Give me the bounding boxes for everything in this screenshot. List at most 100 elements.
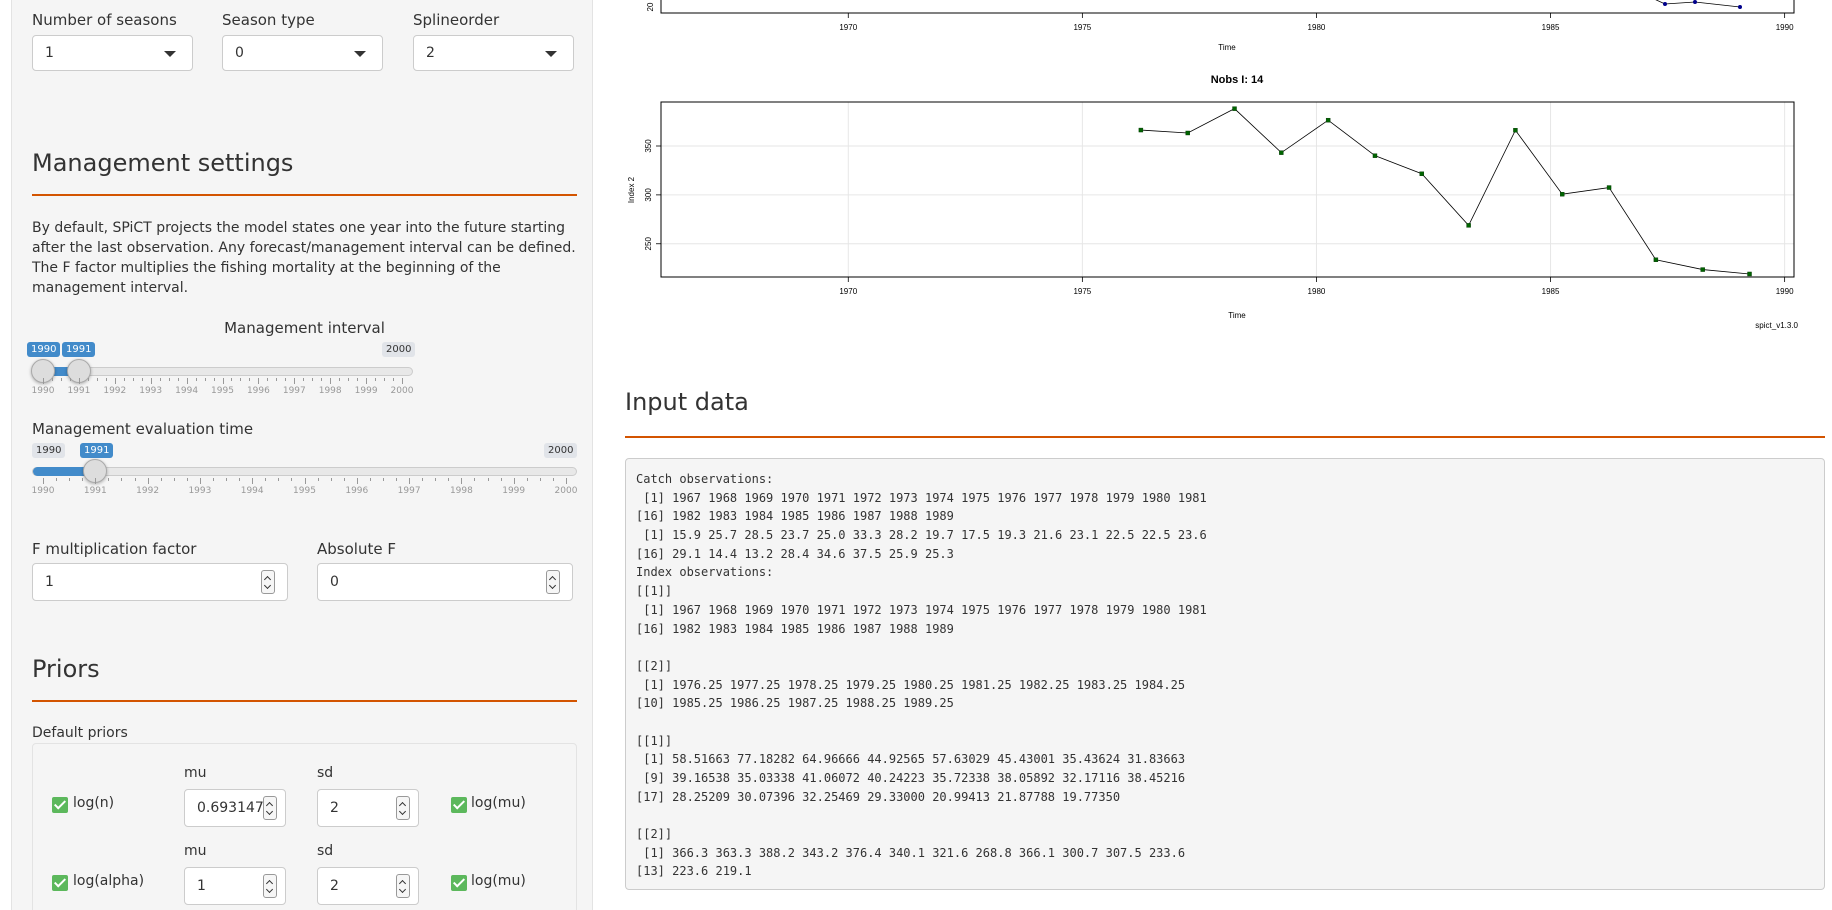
eval-time-label: Management evaluation time (32, 420, 254, 438)
slider-minor-tick (312, 378, 314, 381)
spinner-icon[interactable] (396, 874, 410, 898)
top-plot-point (1693, 0, 1697, 4)
slider-minor-tick (396, 478, 398, 481)
slider-tick-label: 1994 (175, 386, 199, 396)
default-priors-label: Default priors (32, 725, 128, 741)
output-line: [9] 39.16538 35.03338 41.06072 40.24223 … (636, 771, 1186, 785)
slider-minor-tick (343, 478, 345, 481)
top-plot-xtick-label: 1970 (839, 23, 857, 32)
seasons-select[interactable]: 1 (32, 35, 193, 71)
output-line: Catch observations: (636, 472, 774, 486)
mu-label: mu (184, 843, 207, 859)
seasons-label: Number of seasons (32, 11, 177, 29)
log-alpha-checkbox[interactable] (52, 875, 68, 891)
log-n-mu-input[interactable]: 0.6931471 (184, 789, 286, 827)
data-point (1185, 130, 1190, 136)
y-tick-label: 250 (644, 237, 653, 251)
slider-tick-label: 1998 (449, 486, 473, 496)
log-alpha-sd-value: 2 (330, 878, 339, 894)
slider-minor-tick (240, 378, 242, 381)
chart-footer: spict_v1.3.0 (1755, 321, 1798, 330)
chart-title: Nobs I: 14 (1211, 74, 1264, 86)
slider-tick-label: 1990 (31, 386, 55, 396)
slider-major-tick (78, 378, 80, 384)
slider-minor-tick (500, 478, 502, 481)
splineorder-select[interactable]: 2 (413, 35, 574, 71)
slider-tick-label: 1991 (83, 486, 107, 496)
sd-label: sd (317, 843, 334, 859)
top-plot-ytick: 20 (646, 2, 655, 11)
slider-tick-label: 1992 (136, 486, 160, 496)
slider-minor-tick (96, 378, 98, 381)
x-tick-label: 1990 (1776, 287, 1794, 296)
slider-major-tick (566, 478, 567, 484)
spinner-icon[interactable] (546, 570, 560, 594)
priors-title: Priors (32, 655, 100, 683)
slider-minor-tick (69, 378, 71, 381)
slider-minor-tick (526, 478, 528, 481)
sd-label: sd (317, 765, 334, 781)
spinner-icon[interactable] (263, 874, 277, 898)
slider-tick-label: 1996 (246, 386, 270, 396)
slider-minor-tick (382, 478, 384, 481)
spinner-icon[interactable] (261, 570, 275, 594)
top-plot-frame (660, 0, 1795, 14)
slider-major-tick (199, 478, 201, 484)
slider-minor-tick (276, 378, 278, 381)
slider-minor-tick (278, 478, 280, 481)
output-line: [16] 29.1 14.4 13.2 28.4 34.6 37.5 25.9 … (636, 546, 954, 561)
chart-grid (661, 102, 1794, 277)
section-divider (32, 194, 577, 196)
slider-minor-tick (132, 378, 134, 381)
eval-max-bubble: 2000 (544, 443, 578, 458)
slider-minor-tick (69, 478, 71, 481)
spinner-icon[interactable] (396, 796, 410, 820)
absolute-f-input[interactable]: 0 (317, 563, 573, 601)
f-multiplication-input[interactable]: 1 (32, 563, 288, 601)
slider-tick-label: 1996 (345, 486, 369, 496)
spinner-icon[interactable] (263, 796, 277, 820)
input-data-output: Catch observations: [1] 1967 1968 1969 1… (625, 458, 1825, 890)
slider-tick-label: 1992 (103, 386, 127, 396)
top-plot-xtick-label: 1975 (1073, 23, 1091, 32)
sidebar-panel: Number of seasons 1 Season type 0 Spline… (11, 0, 593, 910)
slider-tick-label: 1993 (139, 386, 163, 396)
slider-tick-label: 2000 (554, 486, 578, 496)
data-point (1279, 150, 1284, 155)
log-n-sd-input[interactable]: 2 (317, 789, 419, 827)
eval-time-slider[interactable] (32, 467, 577, 476)
slider-minor-tick (265, 478, 267, 481)
log-alpha-sd-input[interactable]: 2 (317, 867, 419, 905)
log-n-checkbox[interactable] (52, 797, 68, 813)
log-alpha-mu-input[interactable]: 1 (184, 867, 286, 905)
output-line: [10] 1985.25 1986.25 1987.25 1988.25 198… (636, 696, 954, 711)
splineorder-value: 2 (426, 45, 435, 61)
slider-minor-tick (141, 378, 143, 381)
mu-label: mu (184, 765, 207, 781)
slider-minor-tick (285, 378, 287, 381)
output-line: [[1]] (636, 733, 673, 748)
season-type-select[interactable]: 0 (222, 35, 383, 71)
top-plot-xtick-label: 1985 (1542, 23, 1560, 32)
slider-minor-tick (348, 378, 350, 381)
season-type-label: Season type (222, 11, 315, 29)
log-mu-checkbox[interactable] (451, 875, 467, 891)
output-line: [1] 1967 1968 1969 1970 1971 1972 1973 1… (636, 602, 1207, 617)
slider-minor-tick (384, 378, 386, 381)
absolute-f-label: Absolute F (317, 540, 396, 558)
log-mu-checkbox[interactable] (451, 797, 467, 813)
slider-tick-label: 1997 (397, 486, 421, 496)
slider-minor-tick (105, 378, 107, 381)
top-plot-xtick-label: 1980 (1308, 23, 1326, 32)
slider-major-tick (147, 478, 149, 484)
output-line: Index observations: (636, 565, 774, 580)
slider-minor-tick (160, 478, 162, 481)
slider-minor-tick (195, 378, 197, 381)
interval-from-bubble: 1990 (27, 342, 61, 357)
section-divider (32, 700, 577, 702)
log-mu-label: log(mu) (471, 873, 526, 889)
slider-minor-tick (108, 478, 110, 481)
slider-minor-tick (212, 478, 214, 481)
slider-major-tick (294, 378, 296, 384)
slider-minor-tick (303, 378, 305, 381)
